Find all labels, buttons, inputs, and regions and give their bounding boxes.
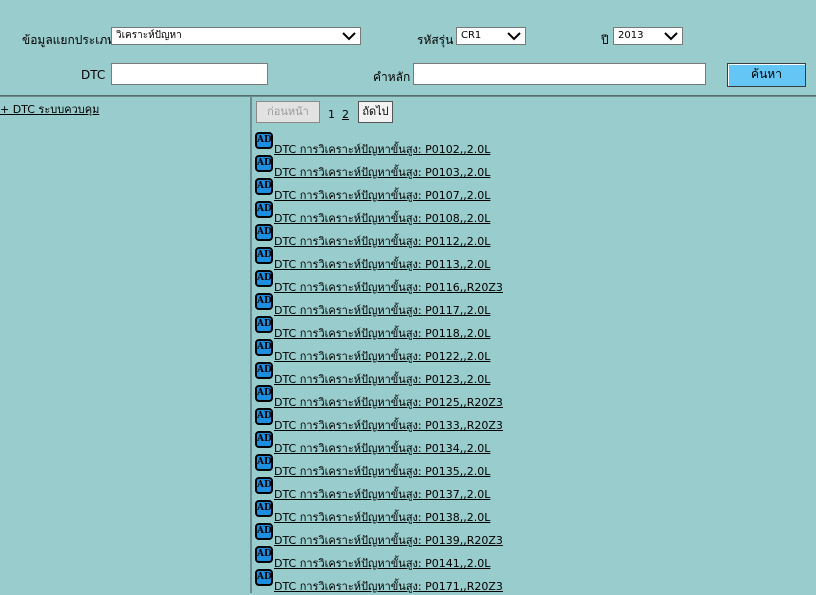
year-label: ปี (601, 33, 609, 47)
ad-document-icon: AD (255, 132, 273, 149)
ad-document-icon: AD (255, 546, 273, 563)
ad-document-icon: AD (255, 454, 273, 471)
result-link[interactable]: DTC การวิเคราะห์ปัญหาขั้นสูง: P0138,,2.0… (274, 508, 490, 526)
result-link[interactable]: DTC การวิเคราะห์ปัญหาขั้นสูง: P0139,,R20… (274, 531, 503, 549)
model-label: รหัสรุ่น (417, 33, 454, 47)
category-label: ข้อมูลแยกประเภท (22, 33, 116, 47)
result-link[interactable]: DTC การวิเคราะห์ปัญหาขั้นสูง: P0108,,2.0… (274, 209, 490, 227)
ad-document-icon: AD (255, 385, 273, 402)
result-link[interactable]: DTC การวิเคราะห์ปัญหาขั้นสูง: P0122,,2.0… (274, 347, 490, 365)
result-link[interactable]: DTC การวิเคราะห์ปัญหาขั้นสูง: P0113,,2.0… (274, 255, 490, 273)
chevron-down-icon (664, 32, 678, 41)
category-select[interactable]: วิเคราะห์ปัญหา (111, 27, 361, 45)
keyword-label: คำหลัก (373, 70, 411, 84)
ad-document-icon: AD (255, 270, 273, 287)
result-link[interactable]: DTC การวิเคราะห์ปัญหาขั้นสูง: P0137,,2.0… (274, 485, 490, 503)
dtc-input[interactable] (111, 63, 268, 85)
result-link[interactable]: DTC การวิเคราะห์ปัญหาขั้นสูง: P0134,,2.0… (274, 439, 490, 457)
tree-root-dtc-control-system[interactable]: + DTC ระบบควบคุม (0, 100, 99, 118)
dtc-label: DTC (81, 68, 106, 82)
result-link[interactable]: DTC การวิเคราะห์ปัญหาขั้นสูง: P0141,,2.0… (274, 554, 490, 572)
page-2-link[interactable]: 2 (342, 108, 349, 121)
ad-document-icon: AD (255, 293, 273, 310)
result-link[interactable]: DTC การวิเคราะห์ปัญหาขั้นสูง: P0112,,2.0… (274, 232, 490, 250)
model-select[interactable]: CR1 (456, 27, 526, 45)
category-select-value: วิเคราะห์ปัญหา (116, 30, 182, 41)
result-link[interactable]: DTC การวิเคราะห์ปัญหาขั้นสูง: P0135,,2.0… (274, 462, 490, 480)
ad-document-icon: AD (255, 224, 273, 241)
chevron-down-icon (507, 32, 521, 41)
ad-document-icon: AD (255, 155, 273, 172)
result-link[interactable]: DTC การวิเคราะห์ปัญหาขั้นสูง: P0107,,2.0… (274, 186, 490, 204)
ad-document-icon: AD (255, 362, 273, 379)
year-select-value: 2013 (618, 30, 644, 41)
ad-document-icon: AD (255, 500, 273, 517)
result-link[interactable]: DTC การวิเคราะห์ปัญหาขั้นสูง: P0125,,R20… (274, 393, 503, 411)
keyword-input[interactable] (413, 63, 706, 85)
header-divider (0, 95, 816, 97)
result-link[interactable]: DTC การวิเคราะห์ปัญหาขั้นสูง: P0116,,R20… (274, 278, 503, 296)
result-link[interactable]: DTC การวิเคราะห์ปัญหาขั้นสูง: P0118,,2.0… (274, 324, 490, 342)
ad-document-icon: AD (255, 247, 273, 264)
ad-document-icon: AD (255, 408, 273, 425)
ad-document-icon: AD (255, 569, 273, 586)
page-1-current: 1 (328, 108, 335, 121)
ad-document-icon: AD (255, 201, 273, 218)
search-button[interactable]: ค้นหา (727, 63, 806, 87)
result-link[interactable]: DTC การวิเคราะห์ปัญหาขั้นสูง: P0133,,R20… (274, 416, 503, 434)
result-link[interactable]: DTC การวิเคราะห์ปัญหาขั้นสูง: P0123,,2.0… (274, 370, 490, 388)
year-select[interactable]: 2013 (613, 27, 683, 45)
result-link[interactable]: DTC การวิเคราะห์ปัญหาขั้นสูง: P0171,,R20… (274, 577, 503, 595)
ad-document-icon: AD (255, 316, 273, 333)
ad-document-icon: AD (255, 431, 273, 448)
result-link[interactable]: DTC การวิเคราะห์ปัญหาขั้นสูง: P0102,,2.0… (274, 140, 490, 158)
chevron-down-icon (342, 32, 356, 41)
panel-divider[interactable] (250, 97, 252, 593)
ad-document-icon: AD (255, 339, 273, 356)
ad-document-icon: AD (255, 477, 273, 494)
prev-page-button[interactable]: ก่อนหน้า (256, 101, 320, 123)
next-page-button[interactable]: ถัดไป (358, 101, 393, 123)
result-link[interactable]: DTC การวิเคราะห์ปัญหาขั้นสูง: P0103,,2.0… (274, 163, 490, 181)
ad-document-icon: AD (255, 523, 273, 540)
model-select-value: CR1 (461, 30, 482, 41)
ad-document-icon: AD (255, 178, 273, 195)
result-link[interactable]: DTC การวิเคราะห์ปัญหาขั้นสูง: P0117,,2.0… (274, 301, 490, 319)
